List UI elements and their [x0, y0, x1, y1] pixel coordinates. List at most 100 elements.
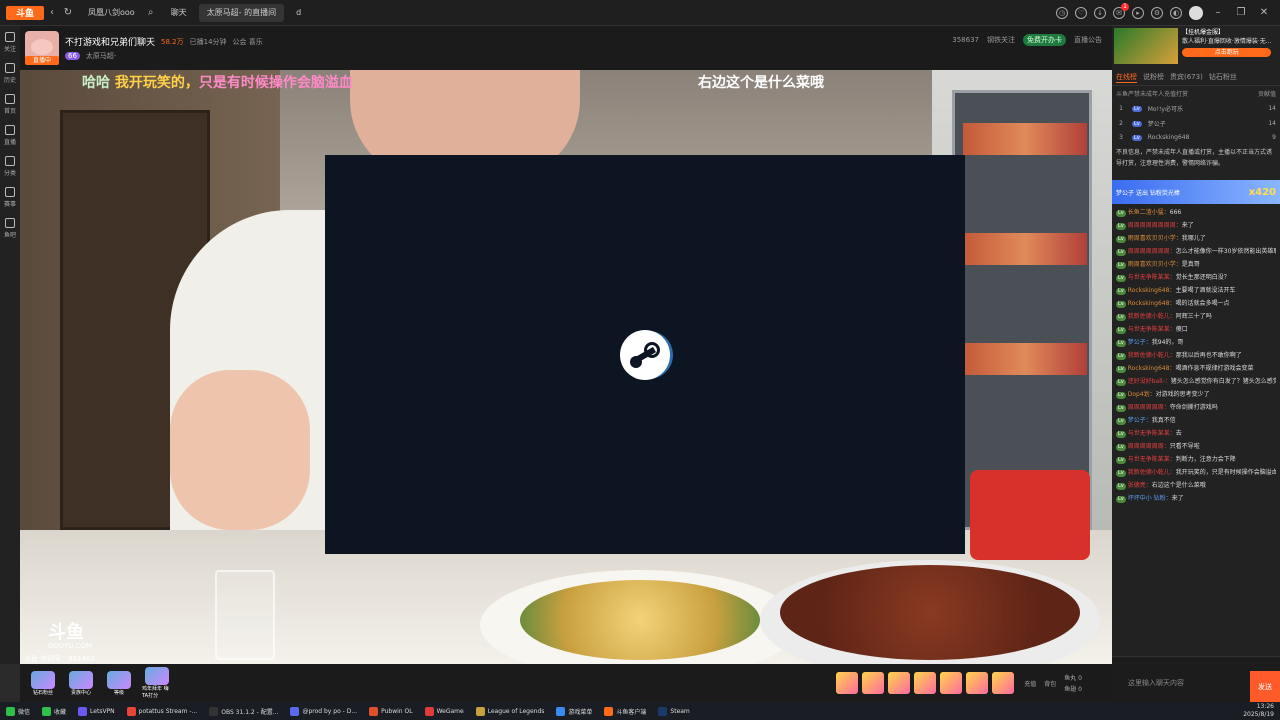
rank-row[interactable]: 1 Lv Mo!!y必可乐 14 [1112, 101, 1280, 116]
tab-chat[interactable]: 聊天 [163, 4, 195, 22]
level-badge: Lv [1116, 340, 1126, 347]
tab-vip[interactable]: 贵宾(673) [1170, 72, 1203, 83]
taskbar-item[interactable]: Pubwin OL [363, 702, 418, 720]
chat-username[interactable]: 我新佐德小乾儿： [1128, 469, 1176, 476]
chat-username[interactable]: 与世无争陈某某： [1128, 430, 1176, 437]
chat-username[interactable]: 张德亮： [1128, 482, 1152, 489]
history-icon[interactable]: ◷ [1056, 6, 1068, 19]
subtitle-left: 哈哈 我开玩笑的，只是有时候操作会脑溢血 [82, 75, 353, 91]
follow-button[interactable]: 钢铁关注 [987, 35, 1015, 45]
gift-item[interactable] [966, 672, 989, 694]
chat-username[interactable]: 周周周周周周： [1128, 443, 1170, 450]
heart-icon[interactable]: ♡ [1075, 6, 1087, 19]
chat-username[interactable]: 还好没好ball-： [1128, 378, 1171, 385]
ad-button[interactable]: 点击跑玩 [1182, 48, 1272, 57]
douyu-logo[interactable]: 斗鱼 [6, 5, 44, 20]
tab-diamond[interactable]: 钻石粉丝 [1209, 72, 1237, 83]
chat-username[interactable]: 我新佐德小乾儿： [1128, 352, 1176, 359]
download-icon[interactable]: ↓ [1094, 6, 1106, 19]
chat-message: Lv 周周周周周周周周：来了 [1116, 219, 1276, 232]
nav-fishbar[interactable]: 鱼吧 [4, 218, 16, 239]
restore-icon[interactable]: ❐ [1233, 7, 1249, 18]
gift-item[interactable] [862, 672, 885, 694]
report-button[interactable]: 直播公告 [1074, 35, 1102, 45]
gift-item[interactable] [836, 672, 859, 694]
skin-icon[interactable]: ◐ [1170, 6, 1182, 19]
chat-username[interactable]: 周周周周周周周： [1128, 248, 1176, 255]
tab-fan-rank[interactable]: 说粉榜 [1143, 72, 1164, 83]
search-icon[interactable]: ⌕ [143, 7, 159, 18]
taskbar-item[interactable]: WeGame [419, 702, 470, 720]
chat-username[interactable]: 雨周喜欢贝贝小学： [1128, 261, 1182, 268]
taskbar-item[interactable]: @prod by po - D... [284, 702, 363, 720]
minimize-icon[interactable]: – [1210, 7, 1226, 18]
tab-extra[interactable]: d [288, 4, 309, 22]
taskbar-item[interactable]: Steam [652, 702, 695, 720]
backpack-button[interactable]: 背包 [1044, 679, 1056, 688]
gift-banner: 梦公子 送出 钻粉荧光棒 x420 [1112, 180, 1280, 204]
chat-username[interactable]: 周周周周周周： [1128, 404, 1170, 411]
nav-events[interactable]: 赛事 [4, 187, 16, 208]
gift-item[interactable] [940, 672, 963, 694]
chat-username[interactable]: Rocksking648： [1128, 365, 1176, 372]
taskbar-item[interactable]: 游戏菜单 [550, 702, 598, 720]
taskbar-item[interactable]: League of Legends [470, 702, 551, 720]
recharge-button[interactable]: 充值 [1024, 679, 1036, 688]
gift-item[interactable] [992, 672, 1015, 694]
diamond-fan-button[interactable]: 钻石粉丝 [28, 670, 58, 696]
taskbar-item[interactable]: potattus Stream -... [121, 702, 204, 720]
taskbar-clock[interactable]: 13:26 2025/8/19 [1243, 703, 1274, 719]
rating-button[interactable]: 鸡年拜年 嗨TA打分 [142, 667, 172, 699]
taskbar-item[interactable]: 微信 [0, 702, 36, 720]
chat-username[interactable]: Rocksking648： [1128, 287, 1176, 294]
chat-username[interactable]: 与世无争陈某某： [1128, 456, 1176, 463]
taskbar-item[interactable]: LetsVPN [72, 702, 121, 720]
video-player[interactable]: 哈哈 我开玩笑的，只是有时候操作会脑溢血 右边这个是什么菜哦 斗鱼 DOUYU.C… [20, 70, 1112, 664]
send-button[interactable]: 发送 [1250, 671, 1280, 702]
back-icon[interactable]: ‹ [44, 7, 60, 18]
chat-input[interactable]: 这里输入聊天内容 [1128, 673, 1248, 693]
chat-username[interactable]: 与世无争陈某某： [1128, 274, 1176, 281]
chat-username[interactable]: 与世无争陈某某： [1128, 326, 1176, 333]
close-icon[interactable]: ✕ [1256, 7, 1272, 18]
chat-username[interactable]: 长鱼二渣小猛： [1128, 209, 1170, 216]
nav-home[interactable]: 首页 [4, 94, 16, 115]
streamer-name[interactable]: 太原马超- [86, 51, 117, 61]
fridge-shelf [963, 123, 1087, 155]
tab-search-history[interactable]: 凤凰八剑ooo [80, 4, 143, 22]
noble-button[interactable]: 贵族中心 [66, 670, 96, 696]
gift-item[interactable] [888, 672, 911, 694]
level-badge: Lv [1116, 314, 1126, 321]
chat-username[interactable]: 梦公子： [1128, 417, 1152, 424]
refresh-icon[interactable]: ↻ [60, 7, 76, 18]
chat-username[interactable]: Dop4划： [1128, 391, 1156, 398]
nav-history[interactable]: 历史 [4, 63, 16, 84]
chat-username[interactable]: 梦公子： [1128, 339, 1152, 346]
chat-username[interactable]: 坏坏中小 钻粉： [1128, 495, 1172, 502]
user-avatar[interactable] [1189, 5, 1203, 20]
gift-item[interactable] [914, 672, 937, 694]
chat-username[interactable]: 周周周周周周周周： [1128, 222, 1182, 229]
nav-follow[interactable]: 关注 [4, 32, 16, 53]
taskbar-item[interactable]: 收藏 [36, 702, 72, 720]
chat-username[interactable]: Rocksking648： [1128, 300, 1176, 307]
gear-icon[interactable]: ⚙ [1151, 6, 1163, 19]
level-button[interactable]: 等级 [104, 670, 134, 696]
chat-message: Lv 周周周周周周：只看不导啦 [1116, 440, 1276, 453]
taskbar-item[interactable]: 斗鱼客户端 [598, 702, 652, 720]
video-icon[interactable]: ▸ [1132, 6, 1144, 19]
nav-category[interactable]: 分类 [4, 156, 16, 177]
top-bar: 斗鱼 ‹ ↻ 凤凰八剑ooo ⌕ 聊天 太原马超- 的直播间 d ◷ ♡ ↓ ✉… [0, 0, 1280, 26]
chat-username[interactable]: 雨周喜欢贝贝小学： [1128, 235, 1182, 242]
message-icon[interactable]: ✉ 1 [1113, 2, 1129, 19]
rank-row[interactable]: 3 Lv Rocksking648 9 [1112, 131, 1280, 144]
tab-online-rank[interactable]: 在线榜 [1116, 72, 1137, 83]
chat-username[interactable]: 我新佐德小乾儿： [1128, 313, 1176, 320]
nav-live[interactable]: 直播 [4, 125, 16, 146]
taskbar-item[interactable]: OBS 31.1.2 - 配置... [203, 702, 284, 720]
tab-live-room[interactable]: 太原马超- 的直播间 [198, 3, 285, 22]
steam-loading-window[interactable] [325, 155, 965, 554]
ad-banner[interactable]: 【挂机爆金服】 散人福利·直爆回收·激情爆装·无... 点击跑玩 [1112, 26, 1280, 66]
rank-row[interactable]: 2 Lv 梦公子 14 [1112, 116, 1280, 131]
free-card-button[interactable]: 免费开办卡 [1023, 34, 1066, 46]
